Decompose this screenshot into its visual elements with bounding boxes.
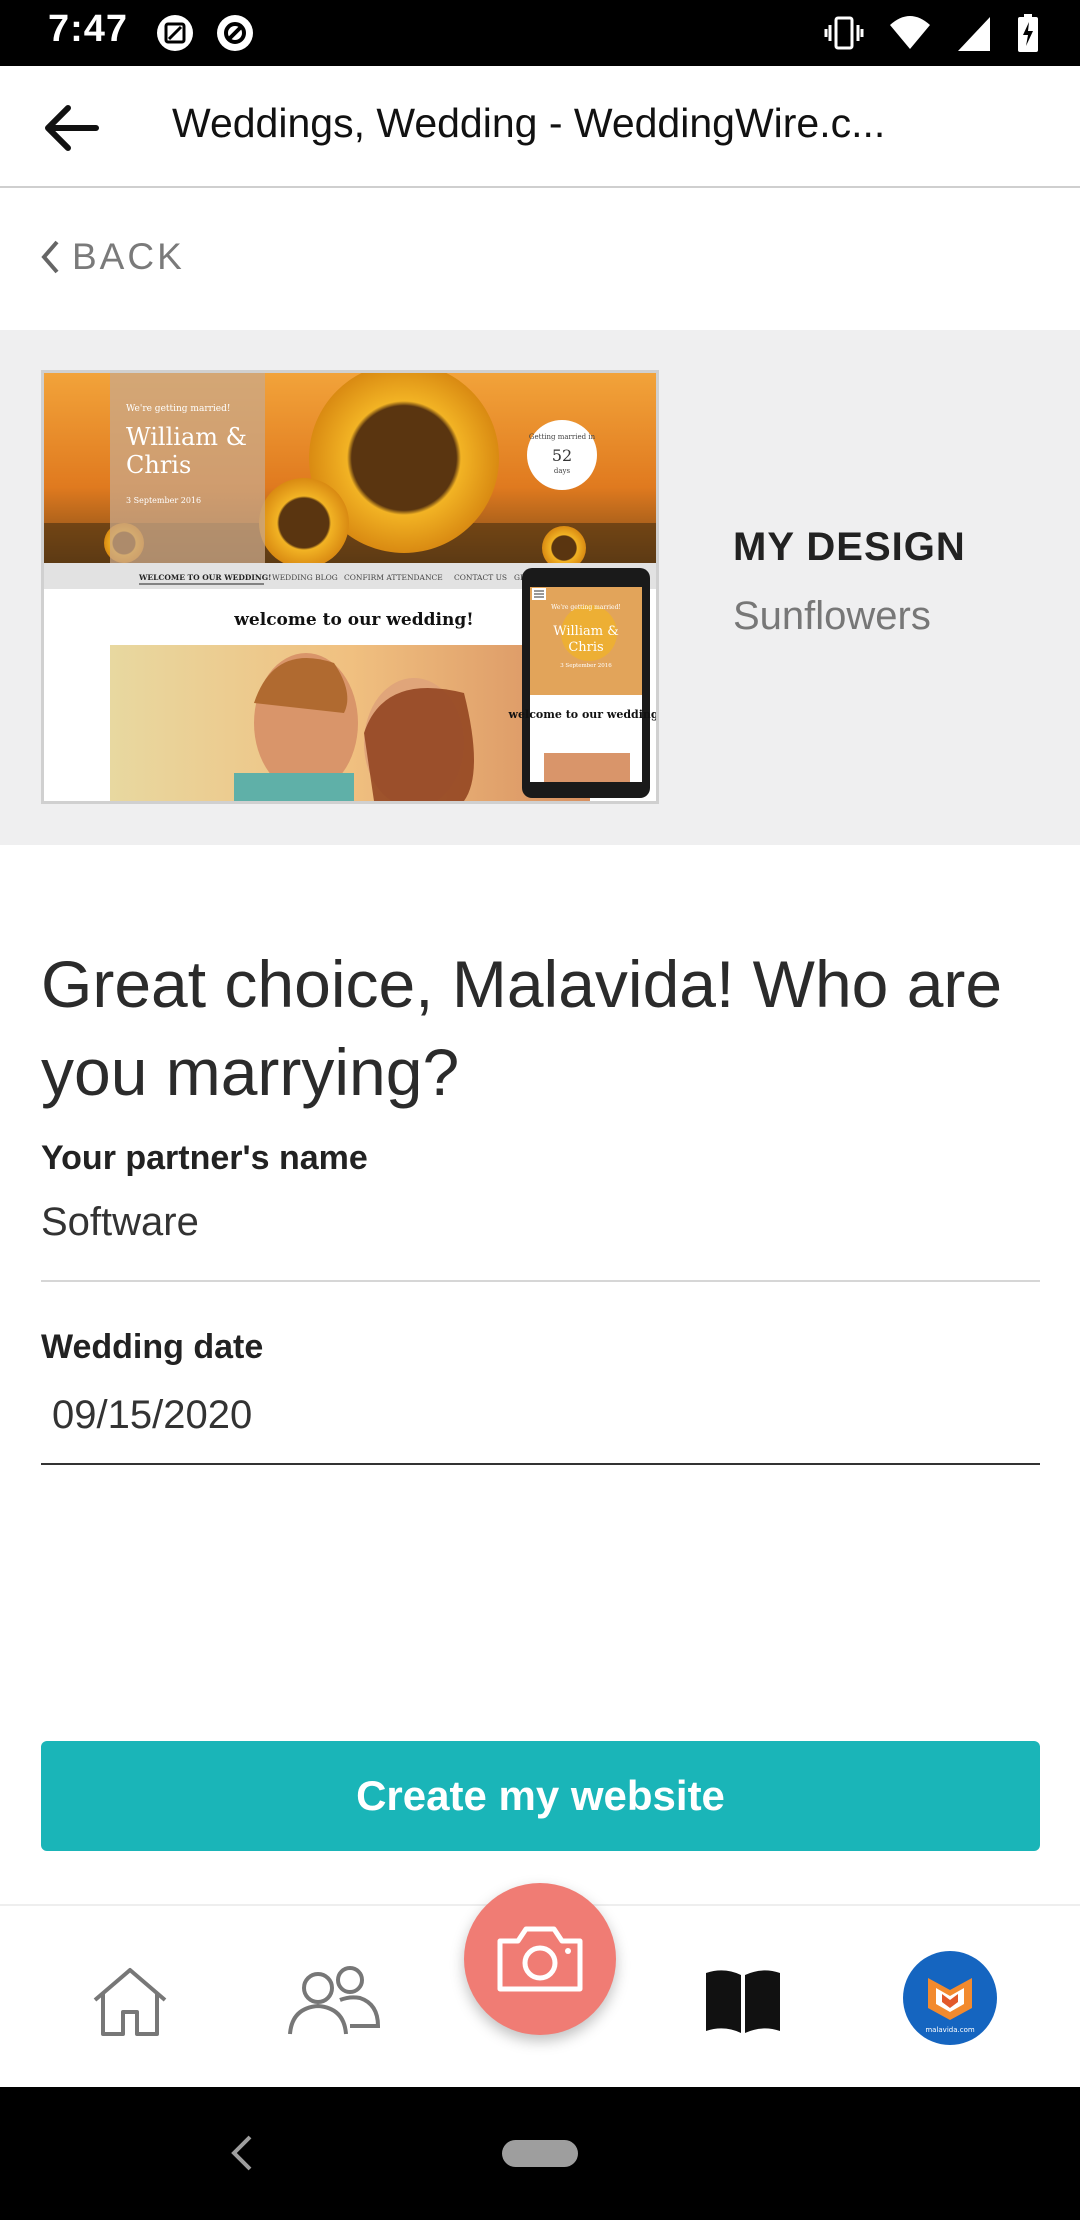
preview-nav-2: WEDDING BLOG (272, 573, 338, 582)
status-time: 7:47 (48, 8, 129, 50)
preview-couple-line1: William & (126, 423, 247, 451)
vibrate-icon (824, 16, 864, 50)
preview-nav-4: CONTACT US (454, 573, 507, 582)
profile-avatar: malavida.com (903, 1951, 997, 2045)
wedding-date-label: Wedding date (41, 1328, 264, 1366)
wifi-icon (890, 16, 930, 49)
design-label: MY DESIGN (733, 525, 966, 569)
page-title: Weddings, Wedding - WeddingWire.c... (172, 100, 886, 146)
chevron-left-icon (41, 240, 59, 274)
system-home-pill[interactable] (502, 2140, 578, 2167)
partner-name-underline (41, 1280, 1040, 1282)
create-website-button-label: Create my website (356, 1772, 725, 1819)
data-saver-icon (217, 15, 253, 51)
preview-mobile-couple-line1: William & (553, 624, 619, 639)
book-icon (706, 1970, 780, 2033)
preview-countdown-label: Getting married in (529, 433, 596, 441)
preview-date: 3 September 2016 (126, 496, 201, 505)
system-back-icon[interactable] (226, 2131, 256, 2175)
wedding-date-input[interactable]: 09/15/2020 (52, 1393, 252, 1438)
system-nav-bar (0, 2087, 1080, 2220)
nav-home[interactable] (85, 1961, 175, 2041)
preview-countdown-unit: days (554, 467, 571, 475)
back-link-label: BACK (72, 236, 185, 277)
status-icons (824, 12, 1040, 54)
preview-nav-3: CONFIRM ATTENDANCE (344, 573, 443, 582)
preview-countdown-value: 52 (552, 446, 572, 465)
back-arrow-icon[interactable] (42, 100, 102, 156)
preview-nav-5: GI (514, 573, 523, 582)
app-bar: Weddings, Wedding - WeddingWire.c... (0, 66, 1080, 188)
nav-book[interactable] (702, 1961, 784, 2041)
nav-guests[interactable] (283, 1961, 383, 2041)
preview-couple-line2: Chris (126, 451, 191, 479)
screenshot-icon (157, 15, 193, 51)
preview-mobile-welcome: welcome to our wedding! (508, 708, 656, 721)
home-icon (93, 1968, 167, 2036)
preview-welcome-heading: welcome to our wedding! (233, 610, 473, 630)
preview-mobile-couple-line2: Chris (568, 640, 603, 655)
avatar-caption: malavida.com (925, 2026, 975, 2034)
design-preview-art: We're getting married! William & Chris 3… (44, 373, 656, 801)
design-name: Sunflowers (733, 594, 931, 638)
create-website-button[interactable]: Create my website (41, 1741, 1040, 1851)
design-summary: We're getting married! William & Chris 3… (0, 330, 1080, 845)
partner-name-label: Your partner's name (41, 1139, 368, 1177)
preview-nav-1: WELCOME TO OUR WEDDING! (138, 573, 271, 582)
design-info: MY DESIGN Sunflowers (733, 525, 966, 639)
partner-name-input[interactable]: Software (41, 1200, 199, 1245)
preview-mobile-date: 3 September 2016 (560, 663, 612, 669)
preview-mobile-tagline: We're getting married! (551, 604, 621, 611)
back-link[interactable]: BACK (40, 232, 185, 282)
design-preview-image[interactable]: We're getting married! William & Chris 3… (41, 370, 659, 804)
camera-button[interactable] (464, 1883, 616, 2035)
wedding-date-underline (41, 1463, 1040, 1465)
camera-icon (497, 1926, 583, 1992)
preview-tagline: We're getting married! (126, 404, 231, 414)
signal-icon (958, 17, 990, 51)
nav-profile[interactable]: malavida.com (902, 1950, 998, 2046)
form-headline: Great choice, Malavida! Who are you marr… (41, 947, 1003, 1109)
status-bar: 7:47 (0, 0, 1080, 66)
guests-icon (288, 1966, 381, 2035)
battery-charging-icon (1018, 14, 1038, 52)
